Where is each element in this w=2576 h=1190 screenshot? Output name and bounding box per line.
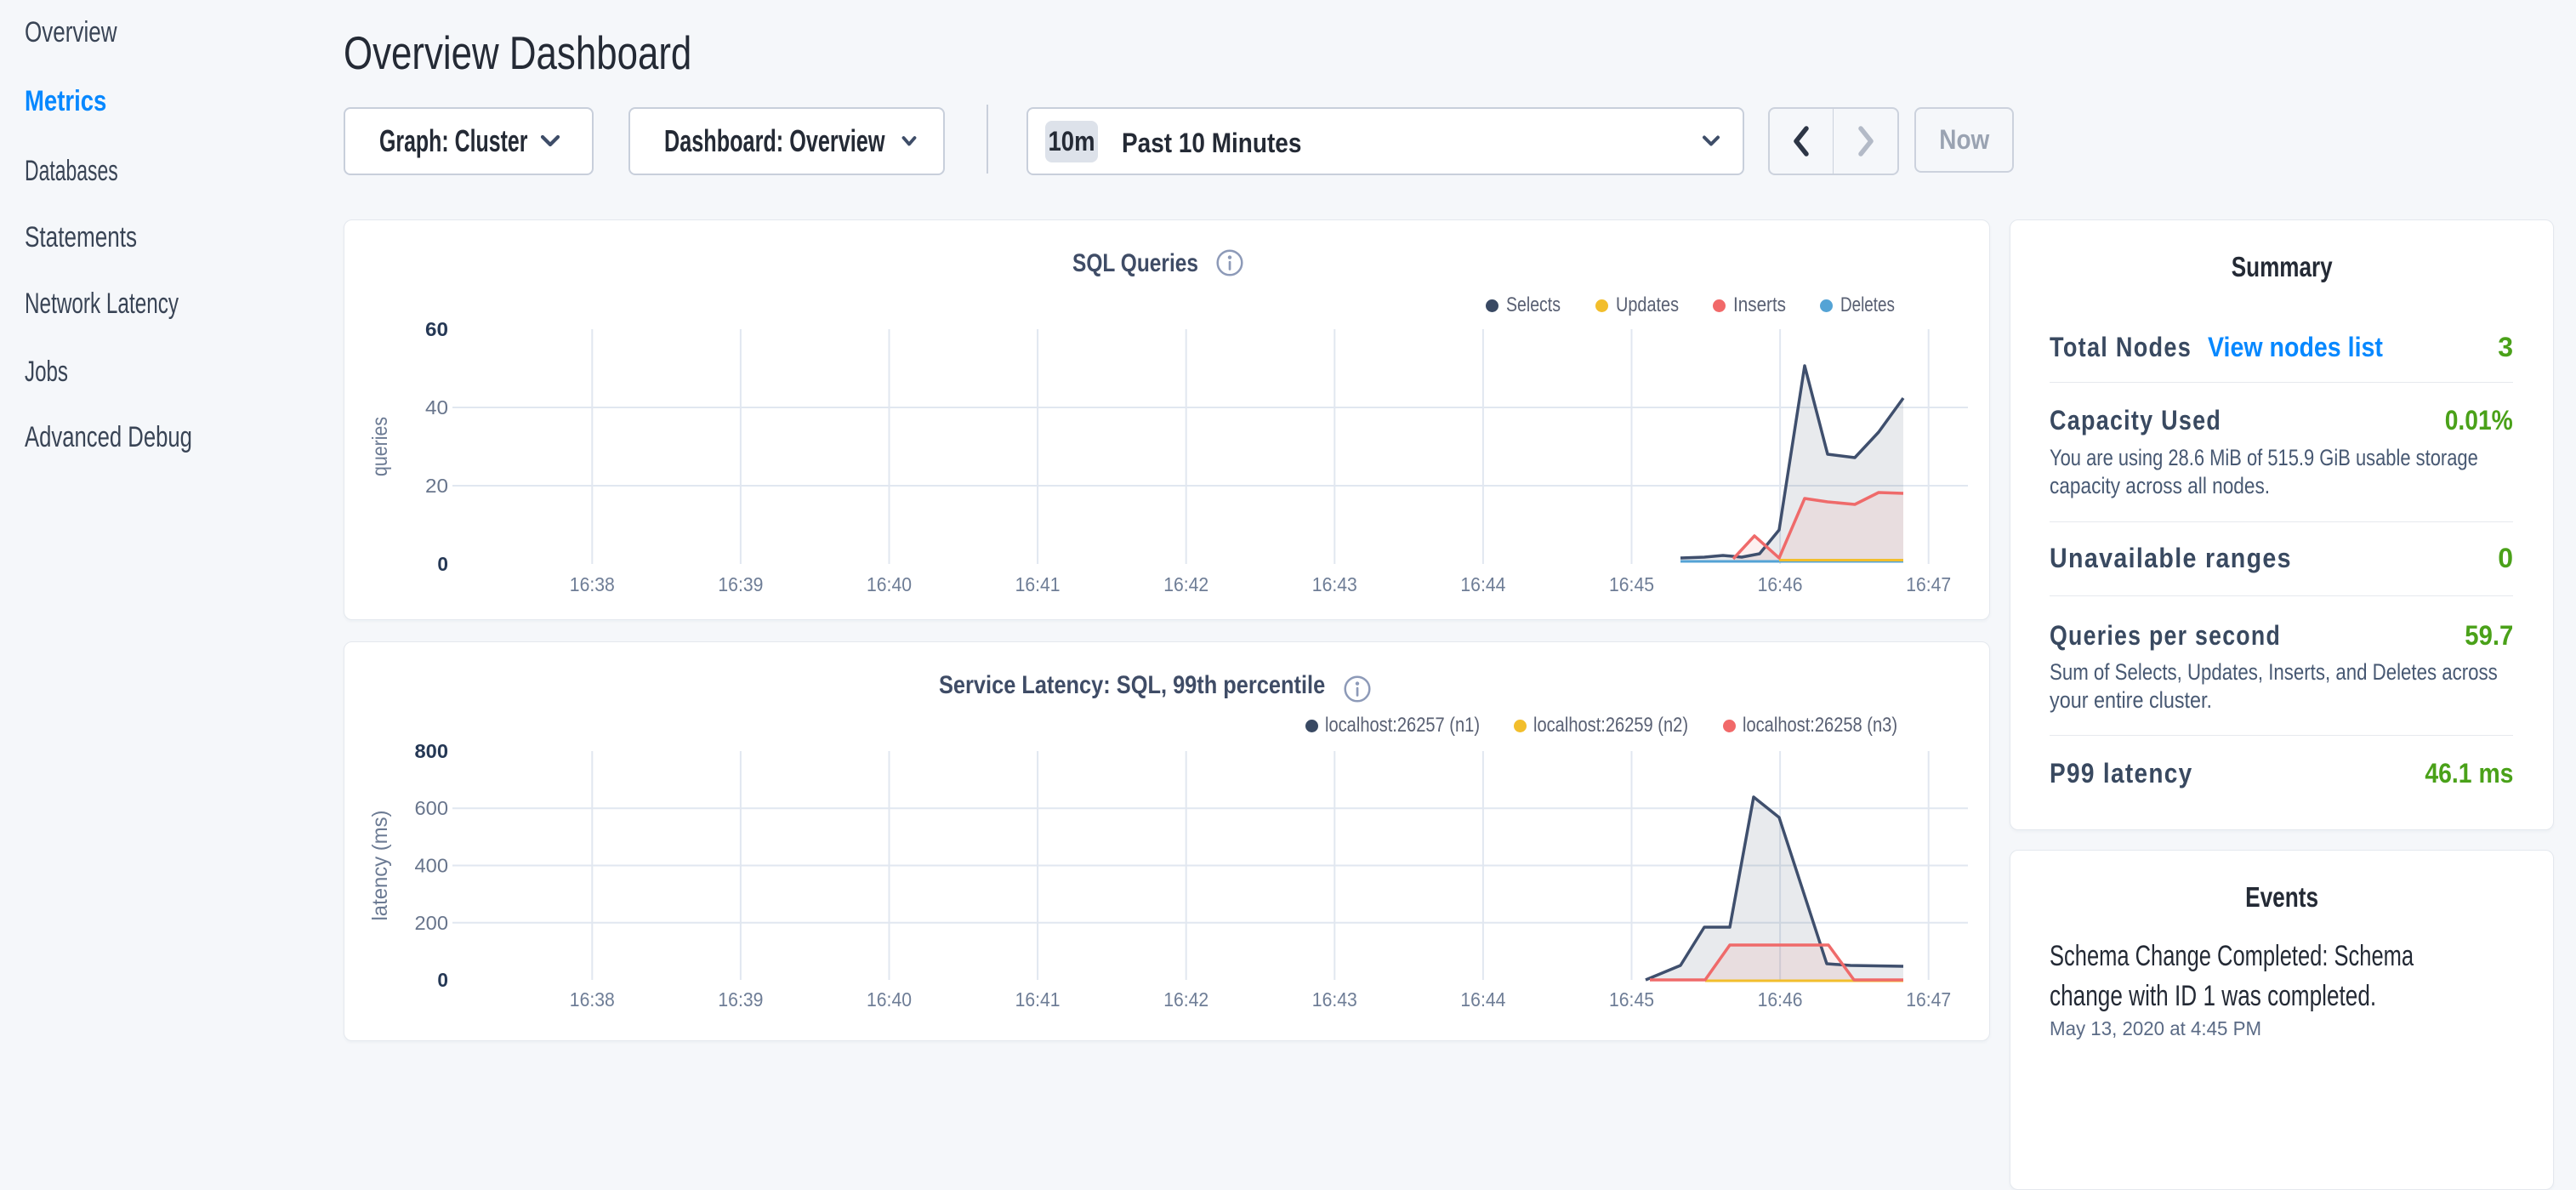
- svg-text:16:46: 16:46: [1758, 988, 1803, 1011]
- svg-text:0: 0: [437, 553, 448, 575]
- svg-text:16:47: 16:47: [1906, 988, 1951, 1011]
- svg-text:16:43: 16:43: [1312, 573, 1357, 595]
- svg-text:16:44: 16:44: [1460, 573, 1505, 595]
- svg-text:16:39: 16:39: [718, 988, 763, 1011]
- svg-text:60: 60: [425, 318, 448, 340]
- svg-text:40: 40: [425, 396, 448, 418]
- svg-text:400: 400: [415, 855, 449, 877]
- svg-text:16:40: 16:40: [867, 573, 912, 595]
- svg-text:16:40: 16:40: [867, 988, 912, 1011]
- svg-text:16:42: 16:42: [1163, 573, 1208, 595]
- svg-text:16:41: 16:41: [1015, 988, 1061, 1011]
- svg-text:600: 600: [415, 797, 449, 819]
- svg-text:16:42: 16:42: [1163, 988, 1208, 1011]
- svg-text:800: 800: [415, 740, 449, 762]
- svg-text:16:41: 16:41: [1015, 573, 1061, 595]
- svg-text:200: 200: [415, 912, 449, 934]
- svg-text:16:46: 16:46: [1758, 573, 1803, 595]
- svg-text:0: 0: [437, 969, 448, 991]
- svg-text:16:44: 16:44: [1460, 988, 1505, 1011]
- svg-text:16:38: 16:38: [570, 988, 615, 1011]
- svg-text:16:45: 16:45: [1609, 988, 1654, 1011]
- svg-text:16:39: 16:39: [718, 573, 763, 595]
- svg-text:16:45: 16:45: [1609, 573, 1654, 595]
- svg-text:16:38: 16:38: [570, 573, 615, 595]
- svg-text:latency (ms): latency (ms): [368, 811, 392, 921]
- svg-text:16:43: 16:43: [1312, 988, 1357, 1011]
- svg-text:queries: queries: [368, 417, 392, 476]
- svg-text:20: 20: [425, 475, 448, 497]
- svg-text:16:47: 16:47: [1906, 573, 1951, 595]
